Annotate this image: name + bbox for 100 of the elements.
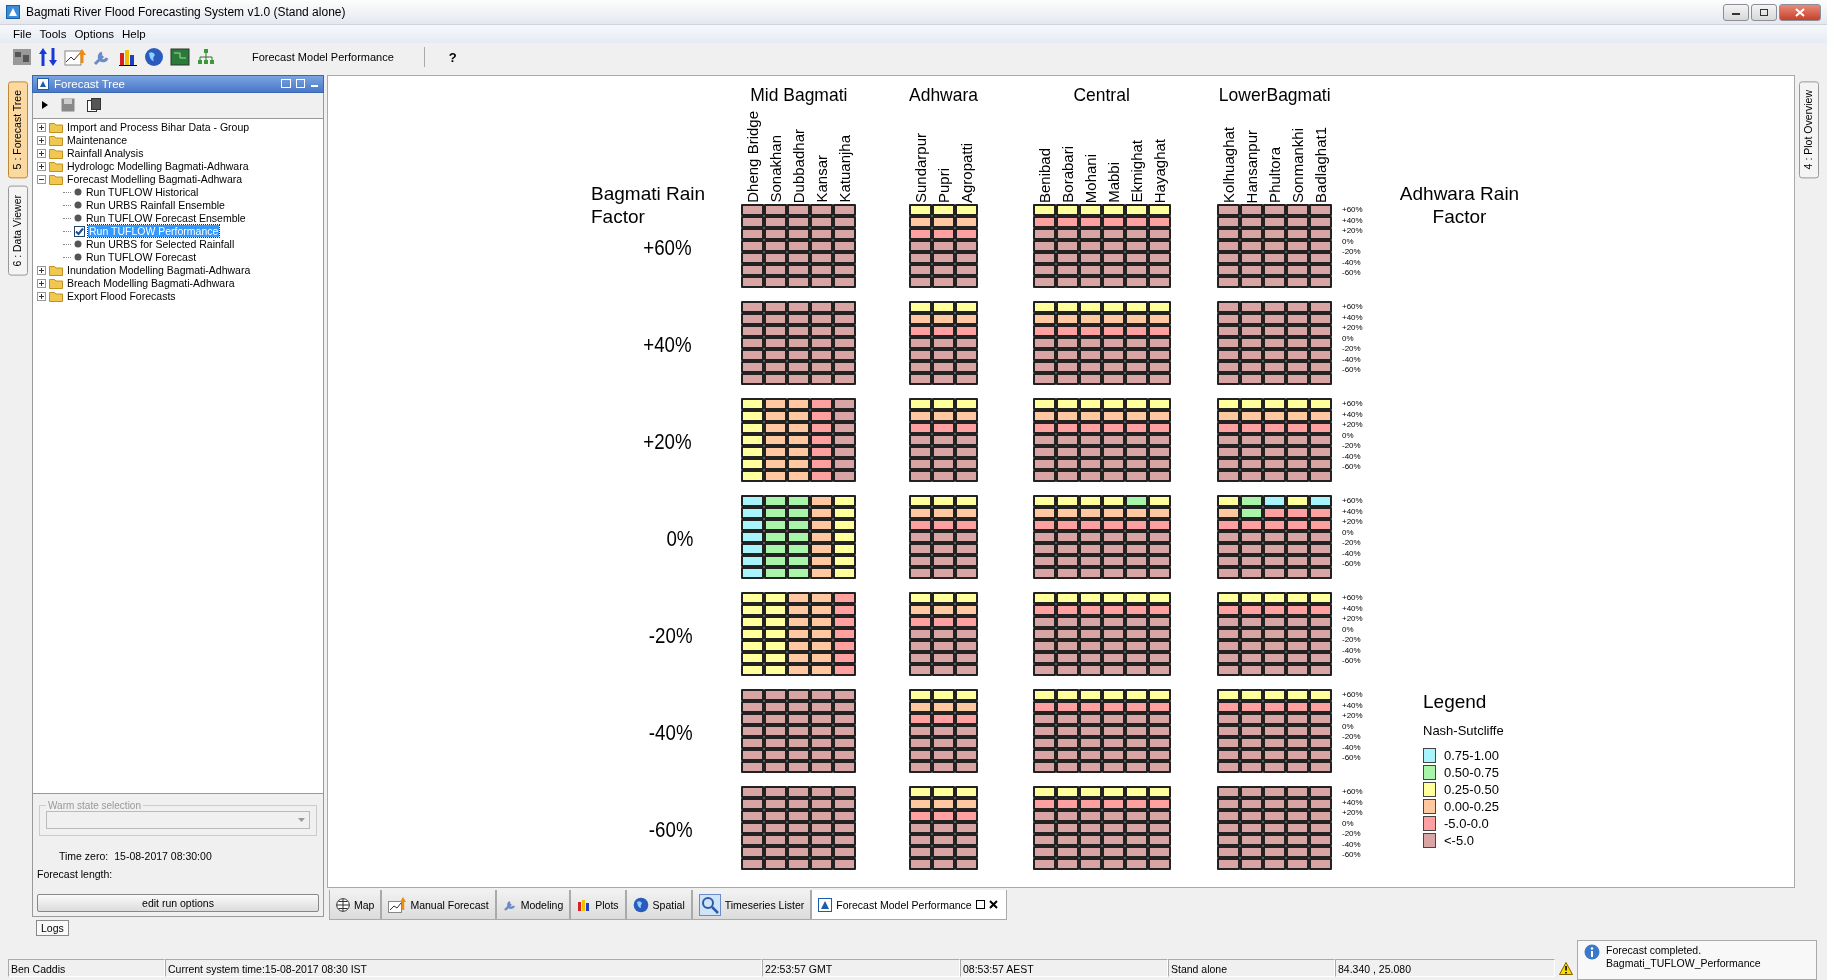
menu-item[interactable]: File [10, 28, 35, 40]
maximize-button[interactable] [1751, 3, 1777, 21]
monitor-icon[interactable] [170, 47, 190, 67]
tree-item[interactable]: Maintenance [66, 134, 129, 147]
menu-item[interactable]: Tools [36, 28, 70, 40]
view-tab[interactable]: Forecast Model Performance [811, 890, 1007, 920]
row-factor-label: -20% [1342, 441, 1362, 452]
row-factor-label: +60% [1342, 399, 1364, 410]
rain-factor-label: -20% [648, 623, 693, 649]
expand-icon[interactable] [37, 291, 46, 301]
row-factor-label: +20% [1342, 323, 1364, 334]
play-icon[interactable] [41, 100, 49, 111]
rain-factor-label: +40% [643, 332, 692, 358]
row-factor-label: -60% [1342, 462, 1362, 473]
row-factor-label: 0% [1342, 721, 1355, 732]
side-tab[interactable]: 6 : Data Viewer [8, 186, 28, 276]
hierarchy-icon[interactable] [196, 47, 216, 67]
tree-item[interactable]: Run URBS Rainfall Ensemble [85, 199, 226, 212]
checkbox-icon[interactable] [74, 225, 85, 237]
tree-item[interactable]: Breach Modelling Bagmati-Adhwara [66, 277, 236, 290]
tree-item[interactable]: Run TUFLOW Historical [85, 186, 200, 199]
folder-icon [49, 134, 63, 147]
side-tab[interactable]: 4 : Plot Overview [1799, 81, 1819, 179]
folder-icon [49, 264, 63, 277]
group-title: LowerBagmati [1218, 84, 1331, 106]
view-tab[interactable]: Manual Forecast [381, 890, 496, 920]
station-name: Kolhuaghat [1219, 127, 1238, 203]
tree-item[interactable]: Run TUFLOW Forecast Ensemble [85, 212, 247, 225]
line-chart-icon[interactable] [64, 47, 86, 67]
expand-icon[interactable] [37, 265, 46, 275]
view-tab[interactable]: Modeling [495, 890, 571, 920]
row-factor-label: +40% [1342, 312, 1364, 323]
station-name: Sonmankhi [1288, 127, 1307, 203]
row-factor-label: +20% [1342, 711, 1364, 722]
view-tab[interactable]: Plots [570, 890, 626, 920]
close-icon[interactable] [988, 900, 998, 909]
tree-item[interactable]: Run TUFLOW Forecast [85, 251, 198, 264]
group-title: Mid Bagmati [749, 84, 848, 106]
menu-item[interactable]: Options [71, 28, 118, 40]
expand-icon[interactable] [37, 148, 46, 158]
folder-icon [49, 173, 63, 186]
row-factor-label: -40% [1342, 451, 1362, 462]
group-title: Adhwara [909, 84, 978, 106]
status-field: Stand alone [1168, 959, 1335, 977]
menu-item[interactable]: Help [119, 28, 149, 40]
axis-label: Bagmati Rain Factor [590, 182, 707, 228]
dock-icon[interactable] [281, 79, 291, 89]
minimize-button[interactable] [1723, 3, 1749, 21]
tree-item[interactable]: Rainfall Analysis [66, 147, 145, 160]
row-factor-label: -20% [1342, 635, 1362, 646]
map-icon[interactable] [12, 47, 32, 67]
legend-label: 0.50-0.75 [1444, 765, 1499, 780]
up-down-arrows-icon[interactable] [38, 47, 58, 67]
row-factor-label: +60% [1342, 496, 1364, 507]
side-tab[interactable]: 5 : Forecast Tree [8, 81, 28, 179]
copy-icon[interactable] [87, 98, 101, 113]
expand-icon[interactable] [37, 278, 46, 288]
collapse-icon[interactable] [37, 174, 46, 184]
station-name: Pupri [934, 167, 953, 203]
dropdown-field[interactable] [46, 811, 310, 829]
logs-button[interactable]: Logs [36, 920, 69, 936]
tree-item[interactable]: Forecast Modelling Bagmati-Adhwara [66, 173, 244, 186]
tree-item[interactable]: Export Flood Forecasts [66, 290, 177, 303]
tree-item[interactable]: Run URBS for Selected Rainfall [85, 238, 236, 251]
row-factor-label: +40% [1342, 700, 1364, 711]
notification-text: Bagmati_TUFLOW_Performance [1606, 957, 1761, 970]
expand-icon[interactable] [37, 161, 46, 171]
tree-item[interactable]: Hydrologc Modelling Bagmati-Adhwara [66, 160, 250, 173]
row-factor-label: 0% [1342, 430, 1355, 441]
view-tab[interactable]: Map [329, 890, 382, 920]
close-button[interactable] [1779, 3, 1821, 21]
globe-icon[interactable] [144, 47, 164, 67]
row-factor-label: +60% [1342, 787, 1364, 798]
tree-item[interactable]: Inundation Modelling Bagmati-Adhwara [66, 264, 252, 277]
notification-text: Forecast completed. [1606, 944, 1703, 957]
status-field: 84.340 , 25.080 [1335, 959, 1555, 977]
expand-icon[interactable] [37, 135, 46, 145]
line-chart-icon [388, 896, 407, 913]
tree-item[interactable]: Import and Process Bihar Data - Group [66, 121, 251, 134]
folder-icon [49, 121, 63, 134]
edit-run-options-button[interactable]: edit run options [37, 894, 319, 912]
row-factor-label: 0% [1342, 236, 1355, 247]
field-label: Time zero: [59, 850, 109, 862]
row-factor-label: -60% [1342, 365, 1362, 376]
folder-icon [49, 147, 63, 160]
rain-factor-label: -60% [648, 817, 693, 843]
expand-icon[interactable] [37, 122, 46, 132]
panel-icon [37, 77, 49, 90]
row-factor-label: +60% [1342, 690, 1364, 701]
view-tab[interactable]: Spatial [625, 890, 692, 920]
restore-icon[interactable] [975, 900, 985, 909]
view-tab[interactable]: Timeseries Lister [691, 890, 812, 920]
help-button[interactable]: ? [444, 47, 461, 67]
save-icon[interactable] [61, 98, 75, 113]
row-factor-label: -20% [1342, 732, 1362, 743]
maximize-icon[interactable] [296, 79, 305, 89]
warning-icon [1559, 962, 1573, 975]
row-factor-label: -40% [1342, 742, 1362, 753]
bar-chart-icon[interactable] [118, 47, 138, 67]
station-name: Badlaghat1 [1311, 127, 1330, 203]
